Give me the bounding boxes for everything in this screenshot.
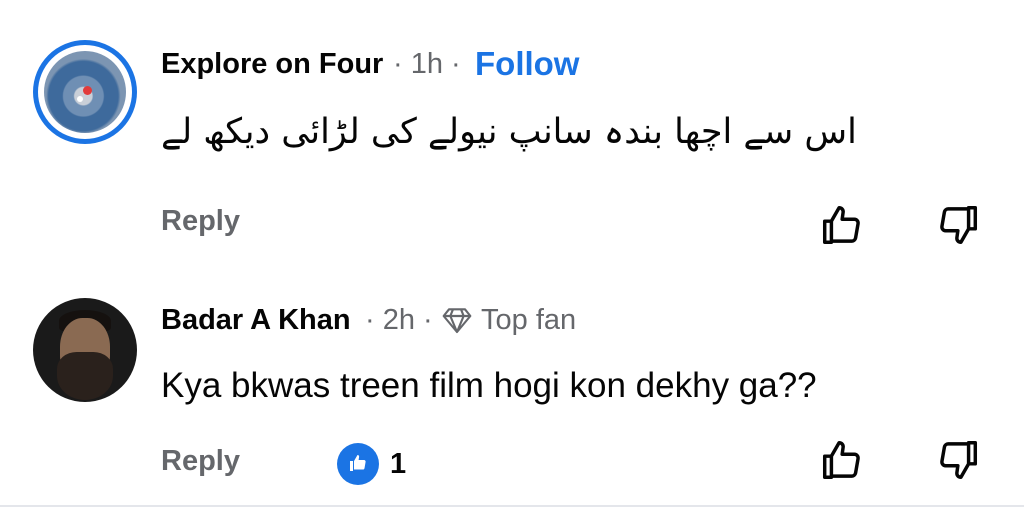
- comment-timestamp: · 2h ·: [365, 304, 433, 336]
- top-fan-badge: Top fan: [481, 304, 577, 336]
- follow-button[interactable]: Follow: [475, 45, 579, 83]
- avatar[interactable]: [33, 40, 137, 144]
- comment-text: Kya bkwas treen film hogi kon dekhy ga??: [161, 366, 817, 405]
- avatar[interactable]: [33, 298, 137, 402]
- comment-text: اس سے اچھا بندہ سانپ نیولے کی لڑائی دیکھ…: [161, 112, 857, 152]
- comment-author[interactable]: Badar A Khan: [161, 304, 351, 337]
- thumbs-down-icon[interactable]: [936, 437, 982, 483]
- comment-timestamp: · 1h ·: [393, 48, 461, 80]
- thumbs-down-icon[interactable]: [936, 202, 982, 248]
- thumbs-up-icon[interactable]: [818, 202, 864, 248]
- reaction-count: 1: [390, 448, 407, 480]
- comment-author[interactable]: Explore on Four: [161, 48, 383, 81]
- divider: [0, 505, 1024, 507]
- comment-item: Explore on Four · 1h · Follow اس سے اچھا…: [0, 0, 1024, 270]
- thumbs-up-icon[interactable]: [818, 437, 864, 483]
- comment-item: Badar A Khan · 2h · Top fan Kya bkwas tr…: [0, 270, 1024, 505]
- diamond-icon: [442, 308, 472, 334]
- like-reaction-icon[interactable]: [337, 443, 379, 485]
- reply-button[interactable]: Reply: [161, 205, 240, 238]
- reply-button[interactable]: Reply: [161, 445, 240, 478]
